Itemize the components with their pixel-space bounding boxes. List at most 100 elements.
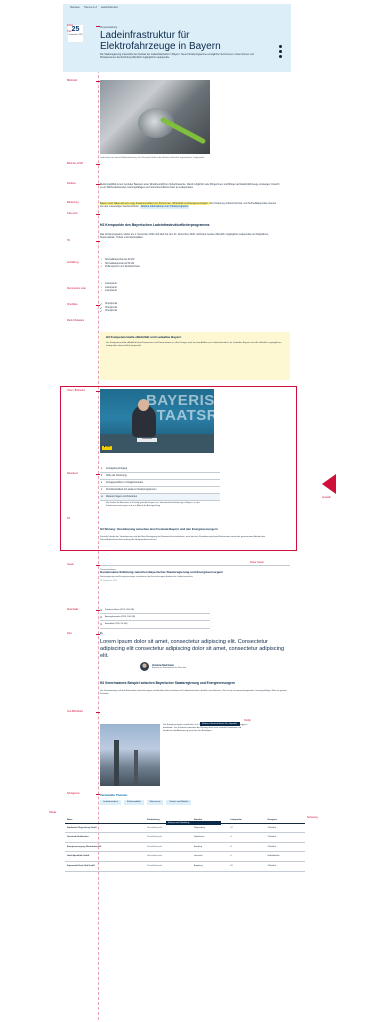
annotation: Text-Bild-Modul xyxy=(67,711,83,713)
annotation-tick xyxy=(96,164,100,165)
table-cell: 8 xyxy=(228,842,266,853)
tag[interactable]: Klimaschutz xyxy=(146,800,164,805)
teaser-date: 18. September 2023 xyxy=(100,579,118,582)
download-list: Förderrichtlinie (PDF, 320 KB) Antragsfo… xyxy=(100,607,210,629)
teaser-card[interactable]: Pressemitteilung Gemeinsame Erklärung zw… xyxy=(100,565,290,599)
annotation: Fließtext xyxy=(67,183,76,185)
annotation-tick xyxy=(96,214,100,215)
accordion-content: Hier finden Sie Antworten auf häufig ges… xyxy=(106,502,200,507)
annotation-tick xyxy=(96,712,100,713)
table-cell: 6 xyxy=(228,851,266,862)
pointer-arrow-icon xyxy=(322,474,336,494)
table-cell: Normalladepunkt xyxy=(145,851,192,862)
page-title: Ladeinfrastruktur für Elektrofahrzeuge i… xyxy=(100,30,221,52)
table-cell: Halböffentlich xyxy=(265,851,305,862)
tag-list: Ladeinfrastruktur Elektromobilität Klima… xyxy=(100,800,192,805)
date-month: September 2023 xyxy=(68,34,83,36)
table-cell: Supermarkt Kette Süd GmbH xyxy=(65,861,145,872)
accordion-item[interactable]: Antragsverfahren / Antragsformulare xyxy=(100,480,220,487)
play-button[interactable]: Video xyxy=(102,446,113,450)
desk-shape xyxy=(100,434,214,453)
speaker-head-shape xyxy=(138,399,149,411)
tower-shape xyxy=(134,750,138,786)
tower-shape xyxy=(114,740,119,786)
download-link[interactable]: Förderrichtlinie (PDF, 320 KB) xyxy=(100,607,210,615)
car-charging-image xyxy=(100,80,210,154)
annotation: Bildunter-schrift xyxy=(67,163,83,165)
image-caption: Ladestation an einem Elektrofahrzeug: De… xyxy=(100,157,205,159)
annotation: Tooltip xyxy=(244,720,251,722)
tags-heading: Verwandte Themen xyxy=(100,793,128,797)
annotation: Zitat xyxy=(67,633,72,635)
teaser-title[interactable]: Gemeinsame Erklärung zwischen Bayerische… xyxy=(100,570,290,575)
industry-image xyxy=(100,724,160,786)
annotation: Titel xyxy=(67,31,72,33)
breadcrumb: Startseite Themen A–Z Ladeinfrastruktur xyxy=(70,7,118,9)
table-cell: Öffentlich xyxy=(265,861,305,872)
accordion-item-open[interactable]: Weitere Fragen und Antworten xyxy=(100,494,220,501)
body-paragraph: Elektromobilität ist ein zentraler Baust… xyxy=(100,183,280,190)
info-box-text: Die Kompetenzstelle eMobilität berät Kom… xyxy=(106,341,282,347)
lead-text: Die Staatsregierung unterstützt den Ausb… xyxy=(100,53,254,60)
breadcrumb-item[interactable]: Startseite xyxy=(70,7,80,9)
tag[interactable]: Elektromobilität xyxy=(124,800,144,805)
name-sign: Staatsminister xyxy=(137,438,157,442)
breadcrumb-item[interactable]: Themen A–Z xyxy=(84,7,97,9)
quote-author: Vorname Nachname Bayerischer Staatsminis… xyxy=(100,662,290,672)
list-item: Checkpunkt xyxy=(100,310,220,314)
video-player[interactable]: BAYERISCHE STAATSREGIERUNG Staatsministe… xyxy=(100,389,214,453)
annotation: Nummerierte Liste xyxy=(67,288,86,290)
table-cell: 4 xyxy=(228,832,266,843)
table-cell: 12 xyxy=(228,823,266,834)
accordion-item[interactable]: Höhe der Förderung xyxy=(100,473,220,480)
author-role: Bayerischer Staatsminister für Wirtschaf… xyxy=(152,666,187,669)
download-link[interactable]: Merkblatt (PDF, 95 KB) xyxy=(100,621,210,629)
table-row: Hotel Alpenblick GmbH Normalladepunkt Ga… xyxy=(65,851,305,862)
table-cell: Bamberg xyxy=(192,842,229,853)
avatar xyxy=(140,662,149,672)
info-box-title: H3 Kompetenzstelle eMobilität und Ladeat… xyxy=(106,335,182,339)
section-heading: H3 Sitzung: Vereinbarung zwischen dem Fr… xyxy=(100,527,218,531)
info-box: H3 Kompetenzstelle eMobilität und Ladeat… xyxy=(100,332,290,380)
list-item: Listenpunkt xyxy=(100,290,220,294)
table-cell: Schnellladepunkt xyxy=(145,842,192,853)
inline-link[interactable]: Weitere Informationen zum Förderprogramm xyxy=(140,205,190,209)
accordion-item[interactable]: Antragsberechtigung xyxy=(100,466,220,473)
print-icon[interactable] xyxy=(278,50,282,53)
annotation: Tabelle xyxy=(49,812,57,814)
annotation-tick xyxy=(96,26,100,27)
table-cell: Energieversorgung Oberfranken AG xyxy=(65,842,145,853)
annotation-tick xyxy=(96,241,100,242)
table-cell: Schnellladepunkt xyxy=(145,861,192,872)
tag[interactable]: Ladeinfrastruktur xyxy=(100,800,122,805)
body-paragraph: Die Vereinbarung soll den Netzausbau bes… xyxy=(100,690,287,695)
table-cell: Garmisch xyxy=(192,851,229,862)
body-paragraph: Zentrale Inhalte der Vereinbarung sind d… xyxy=(100,536,266,541)
annotation: Teaser xyxy=(67,564,74,566)
annotation: Downloads xyxy=(67,609,79,611)
tag[interactable]: Verkehr und Mobilität xyxy=(166,800,192,805)
share-bar xyxy=(278,45,282,58)
annotation: Inline-Link xyxy=(67,213,78,215)
table-cell: Öffentlich xyxy=(265,832,305,843)
accordion-item[interactable]: Kombinierbarkeit mit anderen Förderprogr… xyxy=(100,487,220,494)
kicker: Pressemitteilung xyxy=(100,27,117,29)
annotation: Merk-/Infokasten xyxy=(67,320,85,322)
annotation: H2 xyxy=(67,240,70,242)
annotation: Kicker xyxy=(67,25,74,27)
table-cell: Hotel Alpenblick GmbH xyxy=(65,851,145,862)
annotation: Markierung xyxy=(67,202,79,204)
page: Startseite Themen A–Z Ladeinfrastruktur … xyxy=(0,0,368,1022)
table-row: Gemeinde Holzkirchen Schnellladepunkt Ho… xyxy=(65,832,305,843)
download-link[interactable]: Antragsformular (PDF, 180 KB) xyxy=(100,614,210,622)
table-cell: Augsburg xyxy=(192,861,229,872)
tooltip: Infotext zu Netzanschlüssen für Ladepunk… xyxy=(200,722,240,727)
quote-text: Lorem ipsum dolor sit amet, consectetur … xyxy=(100,639,285,659)
table-cell: Holzkirchen xyxy=(192,832,229,843)
annotation: Aufzählung xyxy=(67,262,79,264)
mail-icon[interactable] xyxy=(278,55,282,58)
table-tooltip: Sortieren nach Förderbetrag xyxy=(166,821,221,826)
share-icon[interactable] xyxy=(278,45,282,48)
table-cell: Schnellladepunkt xyxy=(145,832,192,843)
table-cell: Stadtwerke Regensburg GmbH xyxy=(65,823,145,834)
